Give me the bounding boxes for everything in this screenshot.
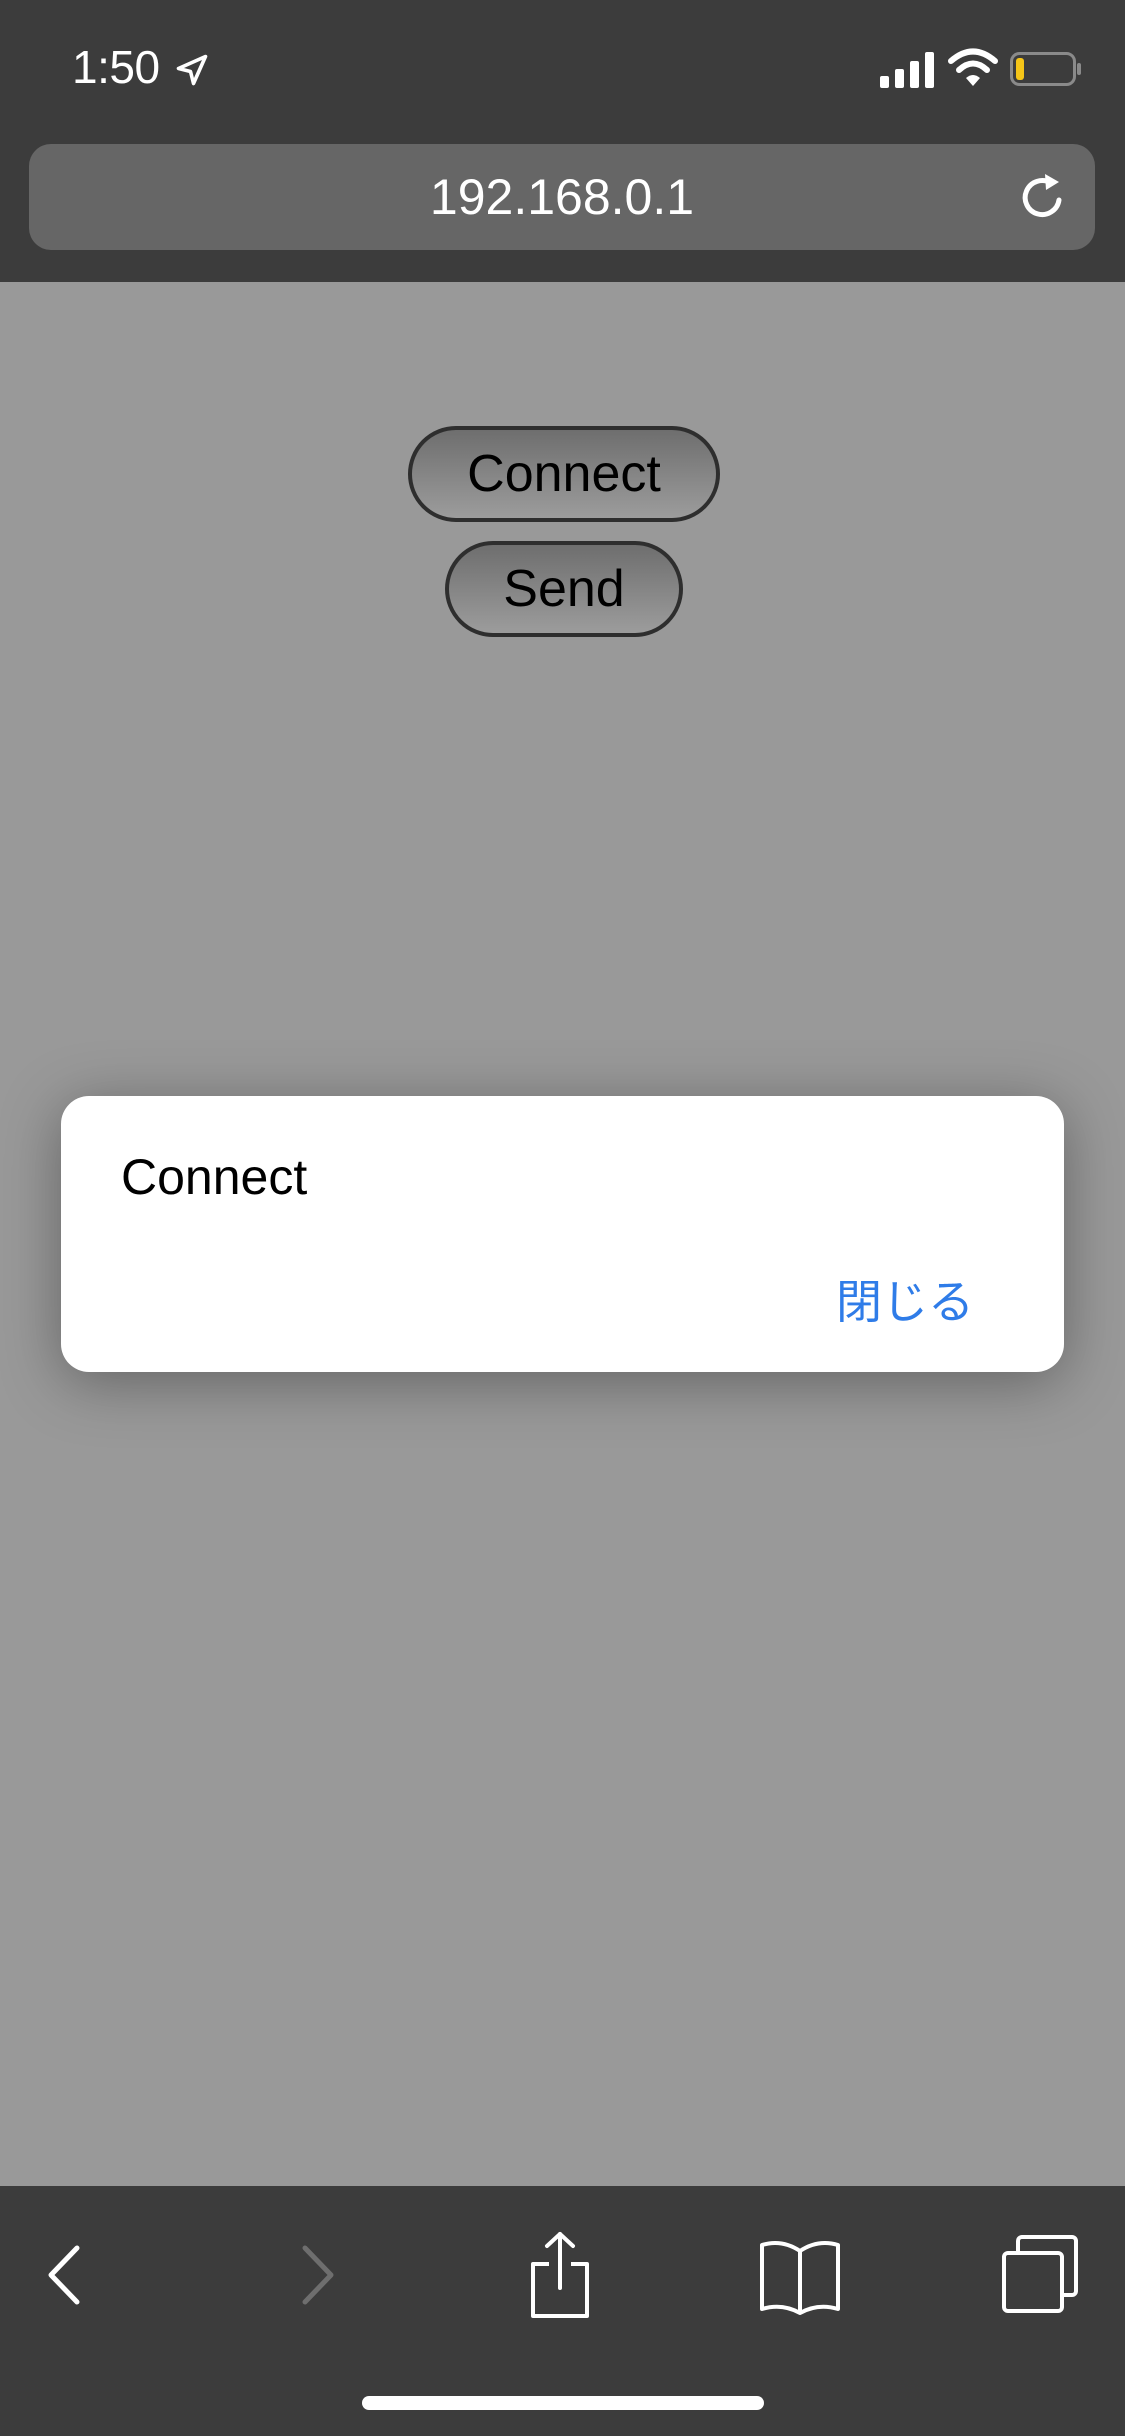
status-bar: 1:50 bbox=[0, 0, 1125, 140]
connect-button[interactable]: Connect bbox=[408, 426, 720, 522]
share-button[interactable] bbox=[515, 2230, 605, 2320]
send-button[interactable]: Send bbox=[445, 541, 683, 637]
battery-icon bbox=[1010, 52, 1081, 86]
tabs-button[interactable] bbox=[995, 2230, 1085, 2320]
url-text[interactable]: 192.168.0.1 bbox=[29, 144, 1095, 250]
bookmarks-icon bbox=[760, 2241, 840, 2315]
back-button[interactable] bbox=[20, 2230, 110, 2320]
home-indicator bbox=[362, 2396, 764, 2410]
location-arrow-icon bbox=[176, 54, 208, 86]
alert-dialog: Connect 閉じる bbox=[61, 1096, 1064, 1372]
alert-close-button[interactable]: 閉じる bbox=[836, 1266, 974, 1332]
reload-icon[interactable] bbox=[1015, 170, 1071, 226]
alert-message: Connect bbox=[121, 1149, 308, 1205]
back-icon bbox=[48, 2245, 80, 2305]
address-bar-area: 192.168.0.1 bbox=[0, 140, 1125, 282]
bookmarks-button[interactable] bbox=[755, 2230, 845, 2320]
forward-icon bbox=[302, 2245, 334, 2305]
wifi-icon bbox=[948, 48, 998, 86]
share-icon bbox=[531, 2232, 589, 2318]
status-time: 1:50 bbox=[72, 41, 160, 93]
cellular-signal-icon bbox=[880, 52, 934, 88]
browser-toolbar bbox=[0, 2186, 1125, 2436]
forward-button[interactable] bbox=[272, 2230, 362, 2320]
tabs-icon bbox=[1002, 2235, 1078, 2313]
address-bar[interactable]: 192.168.0.1 bbox=[29, 144, 1095, 250]
